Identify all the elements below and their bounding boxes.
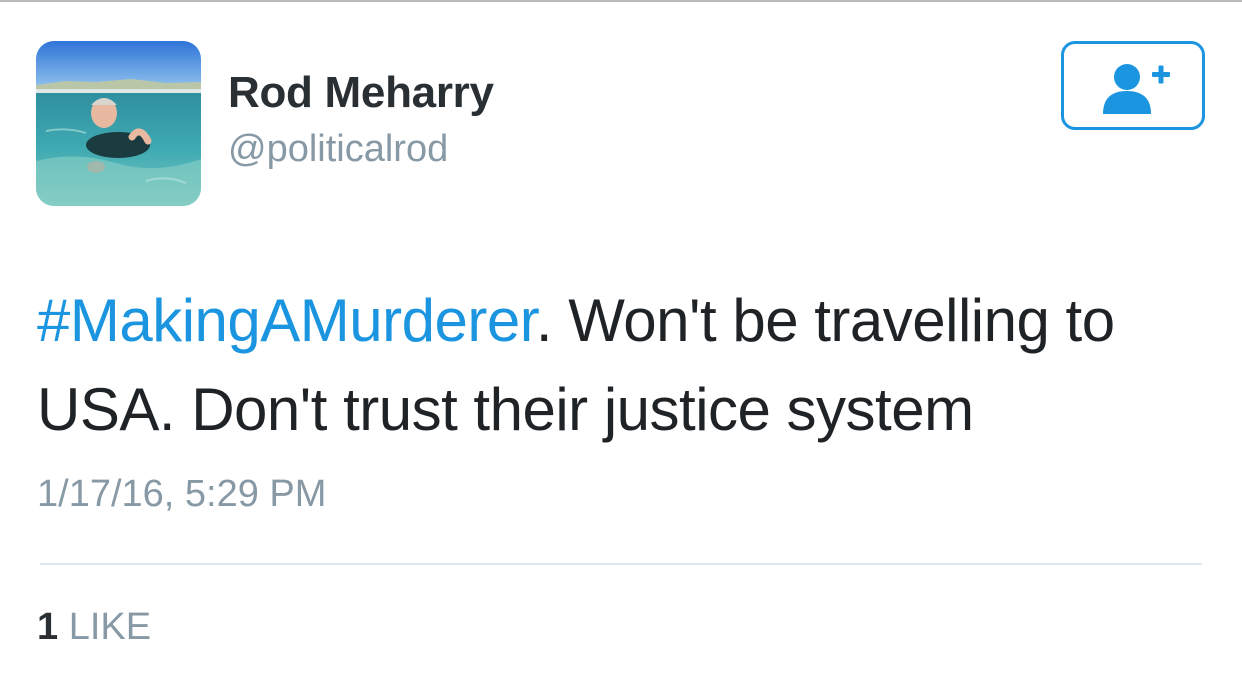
likes-count: 1 <box>37 606 59 648</box>
user-handle[interactable]: @politicalrod <box>228 128 448 171</box>
follow-user-plus-icon <box>1103 64 1170 114</box>
avatar[interactable] <box>36 41 201 206</box>
stats-divider <box>40 563 1202 565</box>
top-divider <box>0 0 1242 2</box>
tweet-timestamp[interactable]: 1/17/16, 5:29 PM <box>37 473 326 516</box>
hashtag-link[interactable]: #MakingAMurderer <box>37 287 536 354</box>
tweet-text: #MakingAMurderer. Won't be travelling to… <box>37 276 1207 454</box>
avatar-photo <box>36 41 201 206</box>
likes-stat[interactable]: 1 LIKE <box>37 606 151 649</box>
likes-label: LIKE <box>68 606 152 648</box>
follow-button[interactable] <box>1061 41 1205 130</box>
display-name[interactable]: Rod Meharry <box>228 68 494 118</box>
